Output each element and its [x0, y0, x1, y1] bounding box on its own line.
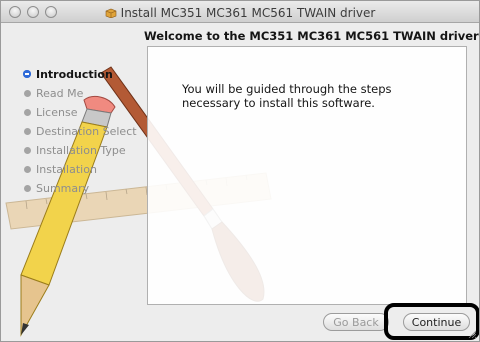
- step-label: Summary: [36, 182, 90, 195]
- installer-steps-list: Introduction Read Me License Destination…: [23, 65, 137, 198]
- step-bullet-icon: [24, 109, 31, 116]
- package-icon: [105, 8, 116, 18]
- step-bullet-icon: [24, 166, 31, 173]
- step-label: Installation Type: [36, 144, 126, 157]
- window-title: Install MC351 MC361 MC561 TWAIN driver: [120, 6, 376, 20]
- page-heading: Welcome to the MC351 MC361 MC561 TWAIN d…: [144, 29, 479, 43]
- step-label: Installation: [36, 163, 97, 176]
- step-label: Destination Select: [36, 125, 137, 138]
- step-bullet-icon: [24, 185, 31, 192]
- step-license: License: [23, 103, 137, 122]
- current-step-indicator-icon: [23, 70, 31, 78]
- step-destination-select: Destination Select: [23, 122, 137, 141]
- window-title-area: Install MC351 MC361 MC561 TWAIN driver: [1, 1, 479, 23]
- step-introduction: Introduction: [23, 65, 137, 84]
- step-bullet-icon: [24, 90, 31, 97]
- step-installation-type: Installation Type: [23, 141, 137, 160]
- step-label: License: [36, 106, 78, 119]
- title-bar[interactable]: Install MC351 MC361 MC561 TWAIN driver: [1, 1, 479, 23]
- step-label: Read Me: [36, 87, 84, 100]
- continue-highlight-outline: [384, 303, 479, 340]
- resize-grip-icon[interactable]: [468, 330, 476, 338]
- step-summary: Summary: [23, 179, 137, 198]
- introduction-text: You will be guided through the steps nec…: [182, 82, 392, 110]
- step-read-me: Read Me: [23, 84, 137, 103]
- installer-window: Install MC351 MC361 MC561 TWAIN driver W…: [0, 0, 480, 342]
- step-bullet-icon: [24, 128, 31, 135]
- go-back-button[interactable]: Go Back: [323, 313, 389, 331]
- content-panel: You will be guided through the steps nec…: [147, 46, 467, 305]
- step-bullet-icon: [24, 147, 31, 154]
- step-label: Introduction: [36, 68, 113, 81]
- step-installation: Installation: [23, 160, 137, 179]
